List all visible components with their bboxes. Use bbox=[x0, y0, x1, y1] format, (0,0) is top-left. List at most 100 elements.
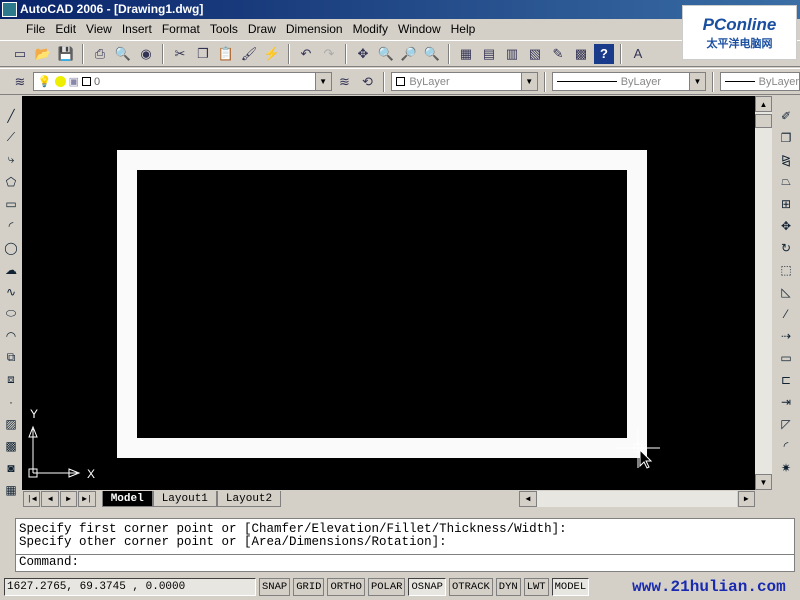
make-current-layer-icon[interactable]: ≋ bbox=[335, 72, 355, 92]
layer-previous-icon[interactable]: ⟲ bbox=[357, 72, 377, 92]
copy-object-icon[interactable]: ❐ bbox=[777, 128, 795, 147]
circle-icon[interactable]: ◯ bbox=[2, 238, 20, 257]
lwt-toggle[interactable]: LWT bbox=[523, 578, 549, 596]
scroll-down-icon[interactable]: ▼ bbox=[755, 474, 772, 490]
erase-icon[interactable]: ✐ bbox=[777, 106, 795, 125]
menu-dimension[interactable]: Dimension bbox=[281, 22, 348, 36]
zoom-window-icon[interactable]: 🔎 bbox=[399, 44, 419, 64]
polygon-icon[interactable]: ⬠ bbox=[2, 172, 20, 191]
zoom-realtime-icon[interactable]: 🔍 bbox=[376, 44, 396, 64]
osnap-toggle[interactable]: OSNAP bbox=[408, 578, 446, 596]
plot-icon[interactable]: ⎙ bbox=[90, 44, 110, 64]
ortho-toggle[interactable]: ORTHO bbox=[327, 578, 365, 596]
menu-tools[interactable]: Tools bbox=[205, 22, 243, 36]
scroll-up-icon[interactable]: ▲ bbox=[755, 96, 772, 112]
vertical-scrollbar[interactable]: ▲ ▼ bbox=[755, 96, 772, 490]
horizontal-scrollbar[interactable] bbox=[536, 491, 737, 507]
menu-modify[interactable]: Modify bbox=[348, 22, 393, 36]
menu-file[interactable]: File bbox=[4, 22, 50, 36]
copy-icon[interactable]: ❐ bbox=[193, 44, 213, 64]
gradient-icon[interactable]: ▩ bbox=[2, 436, 20, 455]
scroll-left-icon[interactable]: ◀ bbox=[519, 491, 537, 507]
otrack-toggle[interactable]: OTRACK bbox=[448, 578, 493, 596]
chamfer-icon[interactable]: ◸ bbox=[777, 414, 795, 433]
design-center-icon[interactable]: ▤ bbox=[479, 44, 499, 64]
chevron-down-icon[interactable]: ▼ bbox=[689, 73, 705, 90]
menu-insert[interactable]: Insert bbox=[117, 22, 157, 36]
menu-format[interactable]: Format bbox=[157, 22, 205, 36]
help-icon[interactable]: ? bbox=[594, 43, 614, 64]
zoom-previous-icon[interactable]: 🔍 bbox=[422, 44, 442, 64]
sheet-set-icon[interactable]: ▧ bbox=[525, 44, 545, 64]
move-icon[interactable]: ✥ bbox=[777, 216, 795, 235]
redo-icon[interactable]: ↷ bbox=[319, 44, 339, 64]
block-editor-icon[interactable]: ⚡ bbox=[262, 44, 282, 64]
menu-window[interactable]: Window bbox=[393, 22, 446, 36]
scroll-right-icon[interactable]: ▶ bbox=[737, 491, 755, 507]
publish-icon[interactable]: ◉ bbox=[136, 44, 156, 64]
rectangle-icon[interactable]: ▭ bbox=[2, 194, 20, 213]
markup-icon[interactable]: ✎ bbox=[548, 44, 568, 64]
layer-manager-icon[interactable]: ≋ bbox=[10, 72, 30, 92]
autocad-app-icon[interactable] bbox=[2, 2, 17, 17]
tab-layout2[interactable]: Layout2 bbox=[216, 491, 282, 507]
last-tab-icon[interactable]: ▶| bbox=[78, 491, 96, 507]
break-icon[interactable]: ⊏ bbox=[777, 370, 795, 389]
calculator-icon[interactable]: ▩ bbox=[571, 44, 591, 64]
rotate-icon[interactable]: ↻ bbox=[777, 238, 795, 257]
line-icon[interactable]: ╱ bbox=[2, 106, 20, 125]
lineweight-dropdown[interactable]: ByLayer bbox=[720, 72, 800, 91]
polyline-icon[interactable]: ⤷ bbox=[2, 150, 20, 169]
join-icon[interactable]: ⇥ bbox=[777, 392, 795, 411]
spline-icon[interactable]: ∿ bbox=[2, 282, 20, 301]
point-icon[interactable]: · bbox=[2, 392, 20, 411]
make-block-icon[interactable]: ⧈ bbox=[2, 370, 20, 389]
chevron-down-icon[interactable]: ▼ bbox=[314, 73, 331, 90]
ellipse-icon[interactable]: ⬭ bbox=[2, 304, 20, 323]
arc-icon[interactable]: ◜ bbox=[2, 216, 20, 235]
insert-block-icon[interactable]: ⧉ bbox=[2, 348, 20, 367]
break-at-point-icon[interactable]: ▭ bbox=[777, 348, 795, 367]
tab-layout1[interactable]: Layout1 bbox=[152, 491, 217, 507]
layer-dropdown[interactable]: 💡 ▣ 0 ▼ bbox=[32, 72, 332, 91]
linetype-dropdown[interactable]: ByLayer ▼ bbox=[551, 72, 706, 91]
menu-help[interactable]: Help bbox=[446, 22, 481, 36]
plot-preview-icon[interactable]: 🔍 bbox=[113, 44, 133, 64]
menu-view[interactable]: View bbox=[81, 22, 117, 36]
hatch-icon[interactable]: ▨ bbox=[2, 414, 20, 433]
tool-palettes-icon[interactable]: ▥ bbox=[502, 44, 522, 64]
stretch-icon[interactable]: ◺ bbox=[777, 282, 795, 301]
explode-icon[interactable]: ✷ bbox=[777, 458, 795, 477]
extend-icon[interactable]: ⇢ bbox=[777, 326, 795, 345]
region-icon[interactable]: ◙ bbox=[2, 458, 20, 477]
paste-icon[interactable]: 📋 bbox=[216, 44, 236, 64]
save-icon[interactable]: 💾 bbox=[56, 44, 76, 64]
new-icon[interactable]: ▭ bbox=[10, 44, 30, 64]
fillet-icon[interactable]: ◜ bbox=[777, 436, 795, 455]
dyn-toggle[interactable]: DYN bbox=[495, 578, 521, 596]
trim-icon[interactable]: ⁄ bbox=[777, 304, 795, 323]
text-style-icon[interactable]: A bbox=[628, 44, 648, 64]
table-icon[interactable]: ▦ bbox=[2, 480, 20, 499]
cut-icon[interactable]: ✂ bbox=[170, 44, 190, 64]
model-toggle[interactable]: MODEL bbox=[551, 578, 590, 596]
first-tab-icon[interactable]: |◀ bbox=[23, 491, 41, 507]
next-tab-icon[interactable]: ▶ bbox=[59, 491, 78, 507]
match-properties-icon[interactable]: 🖌 bbox=[239, 44, 259, 64]
offset-icon[interactable]: ⏢ bbox=[777, 172, 795, 191]
undo-icon[interactable]: ↶ bbox=[296, 44, 316, 64]
chevron-down-icon[interactable]: ▼ bbox=[520, 73, 537, 90]
scroll-thumb[interactable] bbox=[755, 114, 772, 128]
ellipse-arc-icon[interactable]: ◠ bbox=[2, 326, 20, 345]
construction-line-icon[interactable]: ⟋ bbox=[2, 128, 20, 147]
array-icon[interactable]: ⊞ bbox=[777, 194, 795, 213]
menu-draw[interactable]: Draw bbox=[243, 22, 281, 36]
mirror-icon[interactable]: ⧎ bbox=[777, 150, 795, 169]
revision-cloud-icon[interactable]: ☁ bbox=[2, 260, 20, 279]
properties-icon[interactable]: ▦ bbox=[456, 44, 476, 64]
color-dropdown[interactable]: ByLayer ▼ bbox=[391, 72, 538, 91]
tab-model[interactable]: Model bbox=[101, 491, 153, 507]
menu-edit[interactable]: Edit bbox=[50, 22, 81, 36]
pan-icon[interactable]: ✥ bbox=[353, 44, 373, 64]
polar-toggle[interactable]: POLAR bbox=[367, 578, 406, 596]
